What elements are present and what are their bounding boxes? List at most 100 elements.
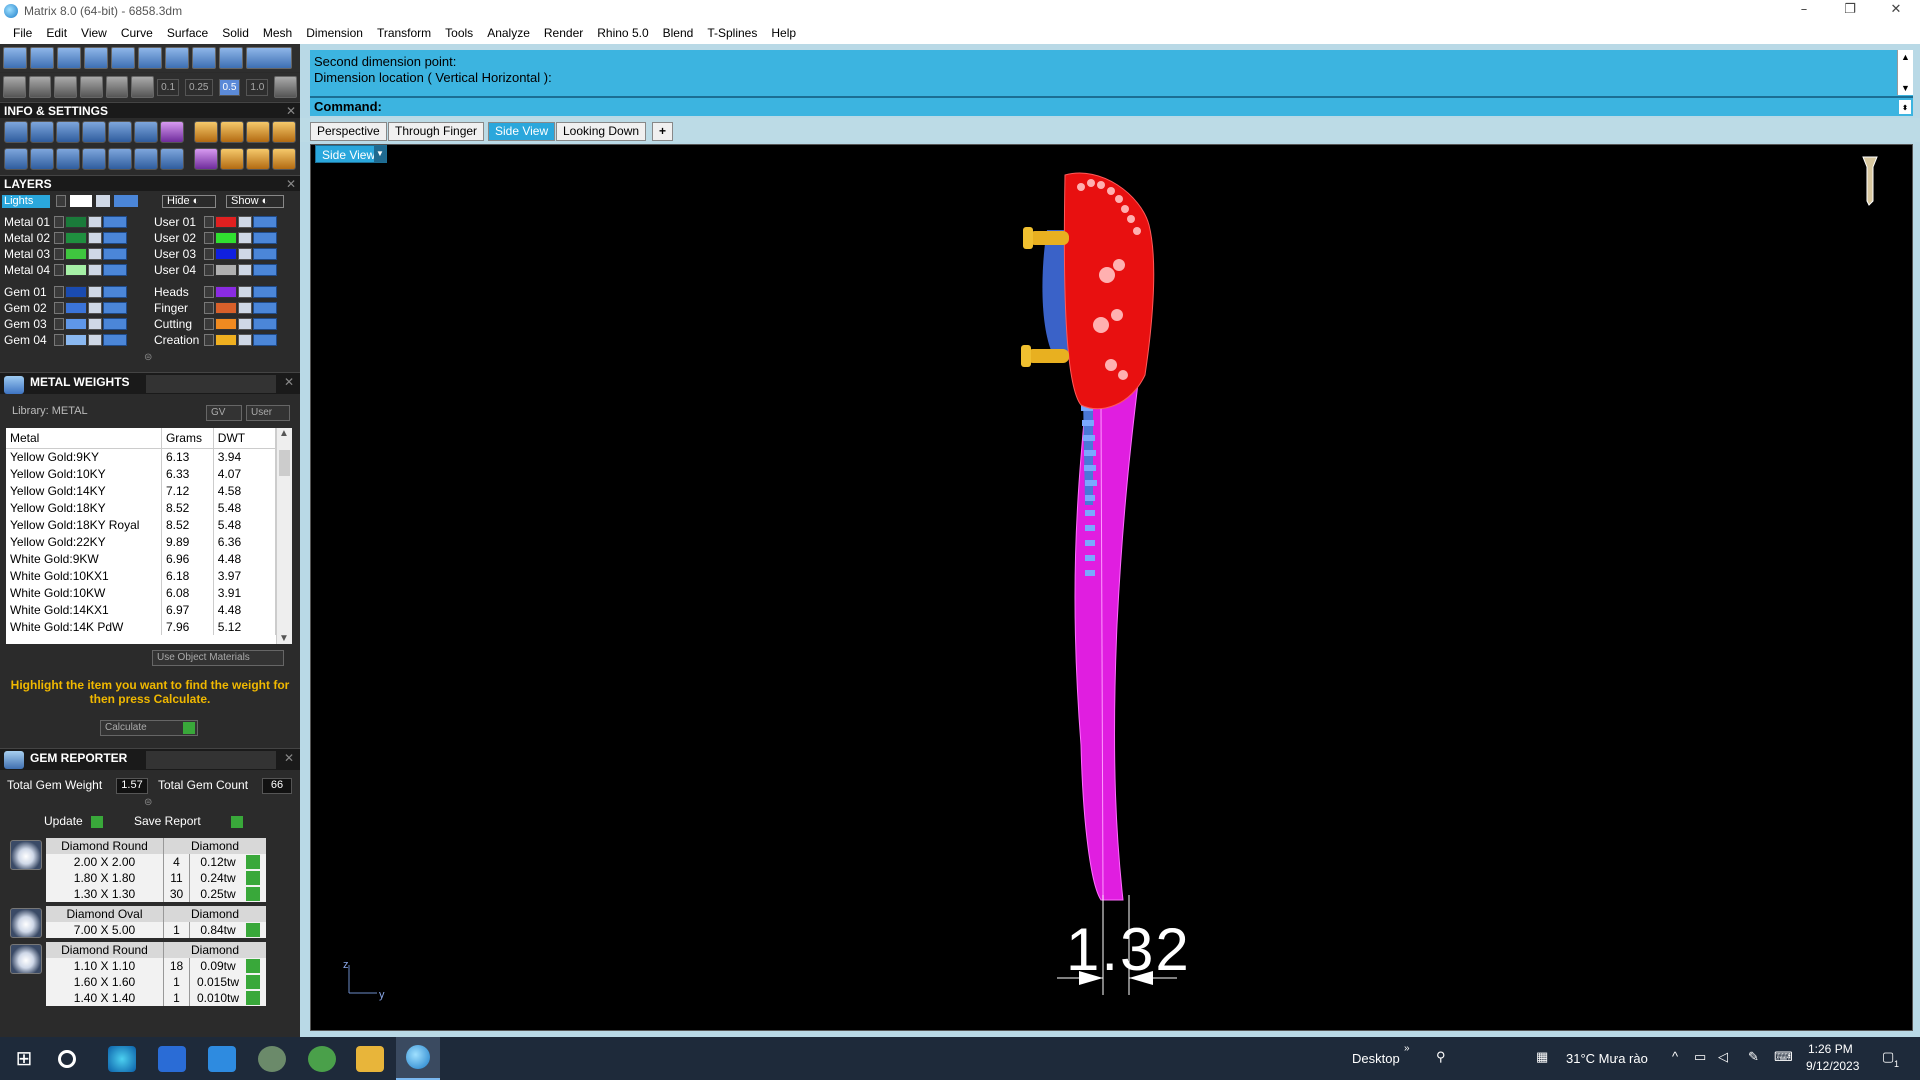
- menu-analyze[interactable]: Analyze: [480, 22, 537, 44]
- restore-button[interactable]: ❐: [1827, 0, 1873, 22]
- menu-surface[interactable]: Surface: [160, 22, 215, 44]
- table-row[interactable]: Yellow Gold:10KY 6.33 4.07: [6, 465, 277, 482]
- gem-tool-icon[interactable]: [194, 121, 218, 143]
- prong-tool-icon[interactable]: [272, 121, 296, 143]
- app-icon[interactable]: [308, 1046, 336, 1072]
- table-row[interactable]: White Gold:10KX1 6.18 3.97: [6, 567, 277, 584]
- select-gems-icon[interactable]: [246, 923, 260, 937]
- network-icon[interactable]: ▭: [1694, 1049, 1706, 1065]
- lights-lock-icon[interactable]: [96, 195, 110, 207]
- use-object-materials-toggle[interactable]: Use Object Materials: [152, 650, 284, 666]
- layer-row[interactable]: Metal 03: [4, 246, 127, 261]
- clock-date[interactable]: 9/12/2023: [1806, 1059, 1859, 1073]
- close-icon[interactable]: ✕: [286, 176, 296, 192]
- view-orientation-icon[interactable]: [1862, 156, 1878, 206]
- side-view-viewport[interactable]: Side View ▼ 1.32 z y: [310, 144, 1913, 1031]
- command-input[interactable]: [390, 100, 1890, 114]
- lights-color-swatch[interactable]: [70, 195, 92, 207]
- table-row[interactable]: White Gold:14KX1 6.97 4.48: [6, 601, 277, 618]
- grid-icon[interactable]: [3, 76, 26, 98]
- keyboard-icon[interactable]: ⌨: [1774, 1049, 1793, 1065]
- layer-row[interactable]: Metal 01: [4, 214, 127, 229]
- table-row[interactable]: Yellow Gold:22KY 9.89 6.36: [6, 533, 277, 550]
- tab-perspective[interactable]: Perspective: [310, 122, 387, 141]
- doc-icon[interactable]: [160, 148, 184, 170]
- grid-snap-icon[interactable]: [138, 47, 162, 69]
- bezel-icon[interactable]: [246, 148, 270, 170]
- gem-row[interactable]: 1.40 X 1.40 1 0.010tw: [46, 990, 266, 1006]
- table-row[interactable]: White Gold:14K PdW 7.96 5.12: [6, 618, 277, 635]
- close-icon[interactable]: ✕: [284, 751, 294, 765]
- plane-snap-icon[interactable]: [219, 47, 243, 69]
- scroll-up-icon[interactable]: ▲: [279, 428, 289, 439]
- search-icon[interactable]: [30, 121, 54, 143]
- circle-snap-icon[interactable]: [165, 47, 189, 69]
- add-tab-icon[interactable]: +: [652, 122, 674, 141]
- snap-value-0.25[interactable]: 0.25: [185, 78, 213, 96]
- file-icon[interactable]: [108, 121, 132, 143]
- render-icon[interactable]: [56, 148, 80, 170]
- close-button[interactable]: ✕: [1873, 0, 1919, 22]
- snap-value-0.1[interactable]: 0.1: [157, 78, 180, 96]
- command-spin-icon[interactable]: ⬍: [1899, 100, 1911, 114]
- people-icon[interactable]: ⚲: [1436, 1049, 1446, 1065]
- scroll-thumb[interactable]: [279, 450, 290, 476]
- rectangle-icon[interactable]: [30, 148, 54, 170]
- user-toggle[interactable]: User: [246, 405, 290, 421]
- table-row[interactable]: White Gold:9KW 6.96 4.48: [6, 550, 277, 567]
- filter-icon[interactable]: [108, 148, 132, 170]
- store-icon[interactable]: [158, 1046, 186, 1072]
- gv-toggle[interactable]: GV: [206, 405, 242, 421]
- table-row[interactable]: Yellow Gold:18KY Royal 8.52 5.48: [6, 516, 277, 533]
- pen-icon[interactable]: ✎: [1748, 1049, 1759, 1065]
- chevron-icon[interactable]: »: [1404, 1043, 1410, 1054]
- scroll-down-icon[interactable]: ▼: [279, 633, 289, 644]
- diamond-icon[interactable]: [105, 76, 129, 98]
- tray-chevron-icon[interactable]: ^: [1672, 1049, 1678, 1064]
- mail-icon[interactable]: [208, 1046, 236, 1072]
- gem-row[interactable]: 7.00 X 5.00 1 0.84tw: [46, 922, 266, 938]
- windows-start-icon[interactable]: ⊞: [10, 1046, 38, 1072]
- lights-label[interactable]: Lights: [2, 195, 50, 208]
- menu-tsplines[interactable]: T-Splines: [700, 22, 764, 44]
- menu-transform[interactable]: Transform: [370, 22, 438, 44]
- tab-side-view[interactable]: Side View: [488, 122, 556, 141]
- move-icon[interactable]: [131, 76, 155, 98]
- box-icon[interactable]: [82, 121, 106, 143]
- layer-row[interactable]: User 04: [154, 262, 277, 277]
- select-gems-icon[interactable]: [246, 991, 260, 1005]
- column-header[interactable]: Metal: [6, 428, 162, 449]
- layer-row[interactable]: User 02: [154, 230, 277, 245]
- gem-row[interactable]: 1.80 X 1.80 11 0.24tw: [46, 870, 266, 886]
- calculate-button[interactable]: Calculate: [100, 720, 198, 736]
- table-row[interactable]: Yellow Gold:18KY 8.52 5.48: [6, 499, 277, 516]
- lights-expand-icon[interactable]: [56, 195, 66, 207]
- menu-rhino[interactable]: Rhino 5.0: [590, 22, 655, 44]
- ring-tool-icon[interactable]: [220, 121, 244, 143]
- collapse-icon[interactable]: ⊜: [144, 352, 152, 363]
- menu-dimension[interactable]: Dimension: [299, 22, 370, 44]
- desktop-label[interactable]: Desktop: [1352, 1051, 1400, 1066]
- gem-row[interactable]: 2.00 X 2.00 4 0.12tw: [46, 854, 266, 870]
- menu-file[interactable]: File: [6, 22, 39, 44]
- menu-edit[interactable]: Edit: [39, 22, 74, 44]
- layer-row[interactable]: Gem 03: [4, 316, 127, 331]
- measure-icon[interactable]: [80, 76, 103, 98]
- line-snap-icon[interactable]: [192, 47, 216, 69]
- weather-text[interactable]: 31°C Mưa rào: [1566, 1051, 1648, 1066]
- lights-visible-icon[interactable]: [114, 195, 138, 207]
- table-row[interactable]: Yellow Gold:14KY 7.12 4.58: [6, 482, 277, 499]
- matrix-app-taskbar-button[interactable]: [396, 1037, 440, 1080]
- gem-row[interactable]: 1.30 X 1.30 30 0.25tw: [46, 886, 266, 902]
- layer-row[interactable]: Cutting: [154, 316, 277, 331]
- layer-row[interactable]: User 03: [154, 246, 277, 261]
- pen-icon[interactable]: [54, 76, 78, 98]
- layer-row[interactable]: Metal 04: [4, 262, 127, 277]
- menu-mesh[interactable]: Mesh: [256, 22, 299, 44]
- builder-icon[interactable]: [272, 148, 296, 170]
- menu-help[interactable]: Help: [764, 22, 803, 44]
- menu-blend[interactable]: Blend: [656, 22, 701, 44]
- grid-toggle-icon[interactable]: [274, 76, 297, 98]
- layer-row[interactable]: Heads: [154, 284, 277, 299]
- settings-icon[interactable]: [4, 121, 28, 143]
